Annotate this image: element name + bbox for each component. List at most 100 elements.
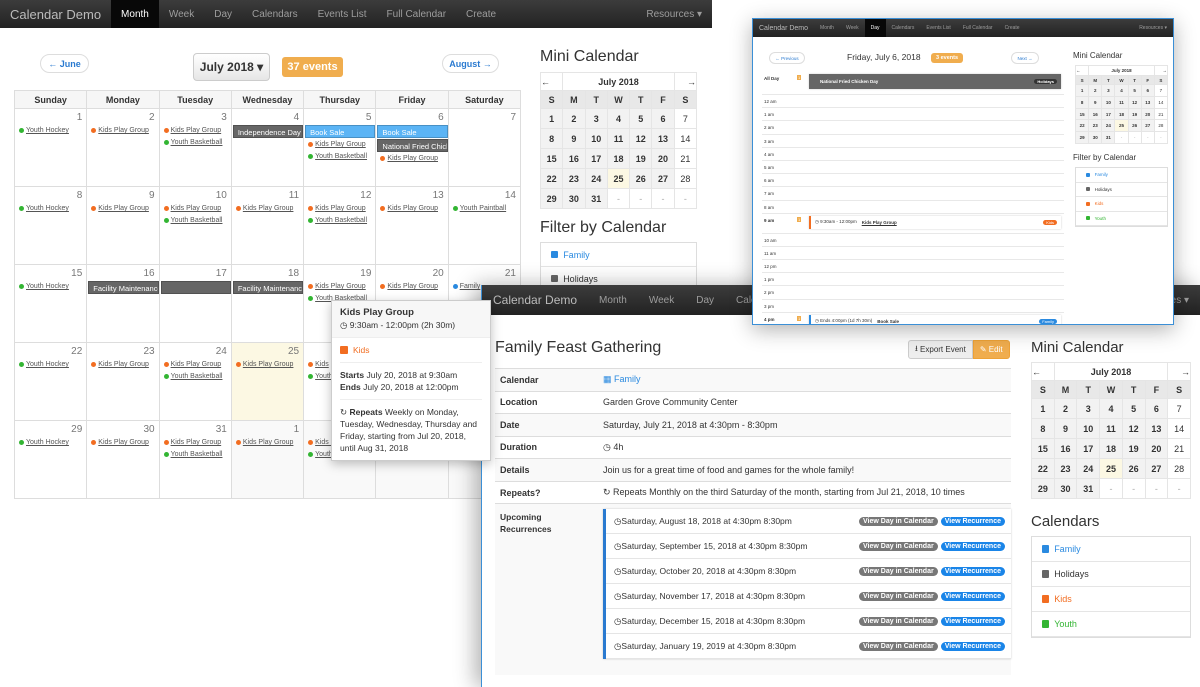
day-number[interactable]: 15 (15, 265, 86, 281)
event-item[interactable]: Kids Play Group (160, 359, 231, 371)
nav-item-calendars[interactable]: Calendars (242, 0, 308, 28)
mini-day[interactable]: 2 (1053, 398, 1078, 419)
mini-day[interactable]: 25 (1099, 458, 1123, 479)
event-bar[interactable]: Independence Day (232, 125, 304, 138)
mini-day[interactable]: 14 (1167, 418, 1191, 439)
event-item[interactable]: Kids Play Group (376, 281, 447, 293)
mini-day[interactable]: 16 (1088, 107, 1103, 121)
detail-text[interactable]: Family (614, 374, 641, 384)
nav-item-month[interactable]: Month (814, 19, 840, 37)
next-day-button[interactable]: Next → (1011, 52, 1039, 64)
event-item[interactable]: Kids Play Group (304, 203, 375, 215)
event-bar[interactable]: Book Sale (377, 125, 448, 138)
event-link[interactable]: Book Sale (877, 319, 899, 324)
mini-day[interactable]: 26 (629, 168, 653, 189)
day-cell[interactable]: 13 Kids Play Group (375, 186, 449, 265)
event-bar[interactable]: Facility Maintenance (232, 281, 304, 294)
mini-day[interactable]: 19 (1127, 107, 1142, 121)
event-item[interactable]: Youth Basketball (160, 371, 231, 383)
nav-item-day[interactable]: Day (864, 19, 886, 37)
day-number[interactable]: 20 (376, 265, 447, 281)
prev-month-arrow[interactable]: ← (539, 72, 564, 91)
resources-dropdown[interactable]: Resources ▾ (636, 0, 712, 28)
day-number[interactable]: 5 (304, 109, 375, 125)
mini-day[interactable]: 20 (1140, 107, 1155, 121)
event-item[interactable]: Kids Play Group (232, 437, 303, 449)
mini-day[interactable]: 29 (539, 188, 564, 209)
nav-item-month[interactable]: Month (588, 285, 638, 315)
nav-item-week[interactable]: Week (638, 285, 685, 315)
mini-day[interactable]: 30 (1088, 131, 1103, 144)
mini-day[interactable]: 4 (606, 108, 631, 129)
event-item[interactable]: Kids Play Group (304, 281, 375, 293)
mini-day[interactable]: 25 (1114, 119, 1129, 133)
mini-day[interactable]: 3 (1076, 398, 1101, 419)
nav-item-full-calendar[interactable]: Full Calendar (377, 0, 456, 28)
mini-day[interactable]: 24 (1101, 119, 1116, 133)
mini-day[interactable]: 18 (1099, 438, 1123, 459)
mini-day[interactable]: 9 (1088, 96, 1103, 109)
brand-link[interactable]: Calendar Demo (753, 19, 814, 37)
view-recurrence-button[interactable]: View Recurrence (940, 616, 1005, 626)
mini-day[interactable]: 8 (1031, 418, 1055, 439)
view-day-button[interactable]: View Day in Calendar (859, 541, 938, 551)
mini-day[interactable]: 7 (1153, 84, 1169, 98)
filter-item-family[interactable]: Family (541, 243, 696, 267)
day-cell[interactable]: 24 Kids Play Group Youth Basketball (158, 342, 232, 421)
mini-day[interactable]: 2 (1088, 84, 1103, 98)
mini-day[interactable]: 12 (629, 128, 653, 149)
view-recurrence-button[interactable]: View Recurrence (940, 541, 1005, 551)
event-item[interactable]: Youth Basketball (160, 215, 231, 227)
month-picker-dropdown[interactable]: July 2018 ▾ (193, 53, 270, 81)
mini-day[interactable]: 7 (673, 108, 698, 129)
event-item[interactable]: Kids Play Group (87, 359, 158, 371)
event-item[interactable]: Youth Hockey (15, 281, 86, 293)
event-link[interactable]: Kids Play Group (243, 361, 294, 368)
mini-day[interactable]: 21 (1153, 107, 1169, 121)
mini-day[interactable]: 18 (1114, 107, 1129, 121)
nav-item-create[interactable]: Create (999, 19, 1026, 37)
mini-day[interactable]: 15 (539, 148, 564, 169)
day-number[interactable]: 13 (376, 187, 447, 203)
day-number[interactable]: 18 (232, 265, 303, 281)
day-number[interactable]: 12 (304, 187, 375, 203)
event-link[interactable]: Kids Play Group (862, 220, 897, 225)
event-link[interactable]: Kids Play Group (98, 205, 149, 212)
event-link[interactable]: National Fried Chicken Day (820, 79, 878, 84)
day-cell[interactable]: 16 Facility Maintenance (86, 264, 160, 343)
day-cell[interactable]: 10 Kids Play Group Youth Basketball (158, 186, 232, 265)
event-link[interactable]: Youth Basketball (315, 153, 367, 160)
day-number[interactable]: 6 (376, 109, 447, 125)
mini-day[interactable]: 1 (1074, 84, 1090, 98)
mini-day[interactable]: 1 (539, 108, 564, 129)
event-link[interactable]: Kids Play Group (98, 439, 149, 446)
day-cell[interactable]: 1 Kids Play Group (230, 420, 305, 499)
nav-item-create[interactable]: Create (456, 0, 506, 28)
mini-day[interactable]: 26 (1127, 119, 1142, 133)
mini-day[interactable]: 17 (1076, 438, 1101, 459)
prev-day-button[interactable]: ← Previous (769, 52, 805, 64)
nav-item-events-list[interactable]: Events List (308, 0, 377, 28)
day-cell[interactable]: 23 Kids Play Group (86, 342, 160, 421)
mini-day[interactable]: 30 (562, 188, 586, 209)
event-link[interactable]: Youth Basketball (171, 373, 223, 380)
event-item[interactable]: Youth Basketball (160, 137, 231, 149)
mini-day[interactable]: 11 (1114, 96, 1129, 109)
event-item[interactable]: Kids Play Group (376, 153, 447, 165)
event-item[interactable]: Youth Hockey (15, 359, 86, 371)
mini-day[interactable]: 3 (584, 108, 608, 129)
resources-dropdown[interactable]: Resources ▾ (1133, 19, 1173, 37)
mini-day[interactable]: 6 (651, 108, 675, 129)
nav-item-month[interactable]: Month (111, 0, 159, 28)
day-number[interactable]: 19 (304, 265, 375, 281)
event-item[interactable]: Kids Play Group (160, 203, 231, 215)
day-number[interactable]: 1 (232, 421, 303, 437)
mini-day[interactable]: 31 (1076, 478, 1101, 499)
day-number[interactable]: 29 (15, 421, 86, 437)
event-link[interactable]: Kids Play Group (315, 141, 366, 148)
day-number[interactable]: 17 (160, 265, 231, 281)
mini-day[interactable]: 19 (629, 148, 653, 169)
day-cell[interactable]: 2 Kids Play Group (86, 108, 160, 187)
event-link[interactable]: Youth Hockey (26, 361, 69, 368)
day-number[interactable]: 4 (232, 109, 303, 125)
